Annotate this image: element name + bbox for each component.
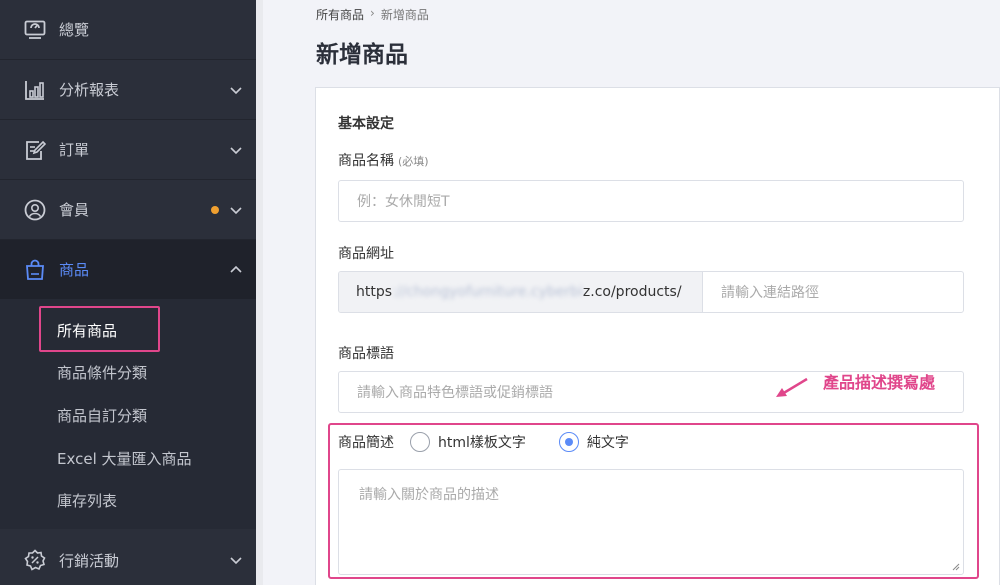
radio-plain-text-label[interactable]: 純文字 <box>587 432 629 452</box>
chevron-down-icon <box>230 557 242 565</box>
section-title: 基本設定 <box>338 116 394 132</box>
url-path-input[interactable]: 請輸入連結路徑 <box>703 272 963 312</box>
sidebar-item-members[interactable]: 會員 <box>0 180 256 240</box>
sidebar-item-products[interactable]: 商品 <box>0 240 256 300</box>
description-label: 商品簡述 <box>338 435 394 451</box>
sidebar: 總覽 分析報表 訂單 會員 商品 所有商品 商品條件分類 商品自訂分類 Exce <box>0 0 256 585</box>
sidebar-item-label: 總覽 <box>59 21 90 39</box>
radio-html-template-label[interactable]: html樣板文字 <box>438 432 526 452</box>
bar-chart-icon <box>24 79 46 101</box>
submenu-item-condition-categories[interactable]: 商品條件分類 <box>57 362 147 383</box>
breadcrumb-current: 新增商品 <box>380 8 429 22</box>
sidebar-item-analytics[interactable]: 分析報表 <box>0 60 256 120</box>
product-url-field: https://chongyofurniture.cyberbi z.co/pro… <box>338 271 964 313</box>
sidebar-item-label: 商品 <box>59 261 90 279</box>
submenu-item-excel-import[interactable]: Excel 大量匯入商品 <box>57 448 192 469</box>
chevron-up-icon <box>230 265 242 273</box>
product-slogan-label: 商品標語 <box>338 346 394 362</box>
user-circle-icon <box>24 199 46 221</box>
product-name-label-text: 商品名稱 <box>338 153 394 169</box>
sidebar-item-overview[interactable]: 總覽 <box>0 0 256 60</box>
annotation-arrow-icon <box>776 377 808 397</box>
submenu-item-inventory[interactable]: 庫存列表 <box>57 490 117 511</box>
breadcrumb-link[interactable]: 所有商品 <box>316 6 364 23</box>
radio-plain-text[interactable] <box>558 432 579 452</box>
sidebar-item-orders[interactable]: 訂單 <box>0 120 256 180</box>
url-prefix-start: https <box>356 284 393 300</box>
product-name-placeholder: 例：女休閒短T <box>357 194 450 210</box>
annotation-text: 產品描述撰寫處 <box>823 373 936 392</box>
url-prefix-end: z.co/products/ <box>582 284 682 300</box>
radio-html-template[interactable] <box>410 432 430 452</box>
url-prefix: https://chongyofurniture.cyberbi z.co/pro… <box>339 272 703 312</box>
product-url-label: 商品網址 <box>338 246 394 262</box>
sidebar-item-label: 分析報表 <box>59 81 120 99</box>
product-name-label: 商品名稱 (必填) <box>338 150 429 170</box>
submenu-item-custom-categories[interactable]: 商品自訂分類 <box>57 405 147 426</box>
breadcrumb-separator: › <box>370 6 375 20</box>
notification-dot <box>211 205 219 214</box>
dashboard-icon <box>24 19 46 41</box>
highlight-box-all-products <box>39 306 160 352</box>
description-placeholder: 請輸入關於商品的描述 <box>359 487 499 503</box>
chevron-down-icon <box>230 146 242 154</box>
discount-badge-icon <box>24 549 46 571</box>
required-hint: (必填) <box>398 155 429 168</box>
sidebar-item-marketing[interactable]: 行銷活動 <box>0 530 256 585</box>
sidebar-item-label: 會員 <box>59 201 90 219</box>
url-prefix-blurred: ://chongyofurniture.cyberbi <box>392 284 583 300</box>
sidebar-item-label: 訂單 <box>59 141 90 159</box>
page-title: 新增商品 <box>316 42 408 68</box>
sidebar-item-label: 行銷活動 <box>59 551 120 570</box>
order-edit-icon <box>24 139 46 161</box>
breadcrumb: 所有商品 › 新增商品 <box>316 6 429 23</box>
chevron-down-icon <box>230 206 242 214</box>
product-slogan-placeholder: 請輸入商品特色標語或促銷標語 <box>357 385 553 401</box>
shopping-bag-icon <box>24 259 46 281</box>
sidebar-scrollbar[interactable] <box>256 0 263 585</box>
description-textarea[interactable]: 請輸入關於商品的描述 <box>338 469 964 575</box>
resize-handle-icon[interactable] <box>952 563 960 571</box>
chevron-down-icon <box>230 86 242 94</box>
url-path-placeholder: 請輸入連結路徑 <box>721 285 819 301</box>
description-type-row: 商品簡述 html樣板文字 純文字 <box>338 431 629 453</box>
product-name-input[interactable]: 例：女休閒短T <box>338 180 964 222</box>
